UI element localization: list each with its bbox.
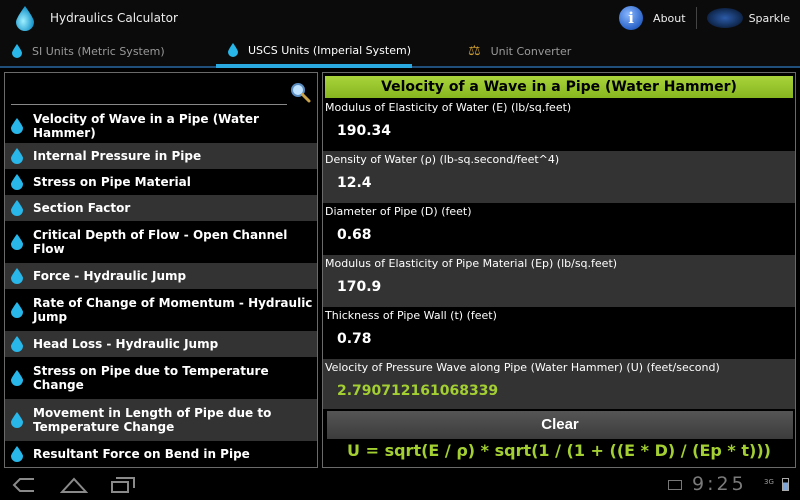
search-input[interactable] (11, 83, 287, 105)
water-drop-icon (11, 370, 23, 386)
input-row: Modulus of Elasticity of Pipe Material (… (323, 255, 795, 307)
formula: U = sqrt(E / ρ) * sqrt(1 / (1 + ((E * D)… (347, 441, 771, 460)
list-item-label: Head Loss - Hydraulic Jump (33, 337, 219, 351)
signal-indicator: 3G (764, 478, 774, 486)
tab-unit-converter[interactable]: ⚖ Unit Converter (468, 36, 668, 66)
field-input[interactable]: 190.34 (337, 123, 737, 139)
water-drop-icon (11, 200, 23, 216)
water-drop-icon (11, 446, 23, 462)
tab-bar: SI Units (Metric System) USCS Units (Imp… (0, 36, 800, 68)
tab-si-units[interactable]: SI Units (Metric System) (12, 36, 212, 66)
list-item-label: Resultant Force on Bend in Pipe (33, 447, 250, 461)
search-icon[interactable] (289, 81, 311, 103)
water-drop-icon (11, 234, 23, 250)
list-item[interactable]: Force - Hydraulic Jump (5, 263, 317, 289)
system-bar: 9:25 3G (0, 470, 800, 500)
water-drop-icon (16, 6, 34, 31)
field-label: Modulus of Elasticity of Pipe Material (… (325, 257, 618, 270)
about-button[interactable]: About (653, 12, 686, 25)
list-item-label: Stress on Pipe Material (33, 175, 191, 189)
divider (695, 7, 697, 29)
action-bar: Hydraulics Calculator i About Sparkle (0, 0, 800, 36)
input-row: Diameter of Pipe (D) (feet) 0.68 (323, 203, 795, 255)
water-drop-icon (11, 148, 23, 164)
water-drop-icon (11, 268, 23, 284)
list-item-label: Critical Depth of Flow - Open Channel Fl… (33, 228, 288, 256)
input-row: Density of Water (ρ) (lb-sq.second/feet^… (323, 151, 795, 203)
home-icon[interactable] (60, 476, 88, 494)
list-item[interactable]: Stress on Pipe due to Temperature Change (5, 357, 317, 399)
field-label: Thickness of Pipe Wall (t) (feet) (325, 309, 497, 322)
field-input[interactable]: 0.68 (337, 227, 737, 243)
field-input[interactable]: 12.4 (337, 175, 737, 191)
water-drop-icon (12, 44, 22, 58)
input-row: Modulus of Elasticity of Water (E) (lb/s… (323, 99, 795, 151)
tab-label: USCS Units (Imperial System) (248, 43, 411, 57)
list-item[interactable]: Resultant Force on Bend in Pipe (5, 441, 317, 467)
water-drop-icon (228, 43, 238, 57)
list-item[interactable]: Velocity of Wave in a Pipe (Water Hammer… (5, 109, 317, 143)
water-drop-icon (11, 118, 23, 134)
calculator-title: Velocity of a Wave in a Pipe (Water Hamm… (325, 76, 793, 98)
list-item[interactable]: Head Loss - Hydraulic Jump (5, 331, 317, 357)
info-icon[interactable]: i (619, 6, 644, 30)
field-label: Modulus of Elasticity of Water (E) (lb/s… (325, 101, 572, 114)
field-label: Density of Water (ρ) (lb-sq.second/feet^… (325, 153, 560, 166)
water-drop-icon (11, 302, 23, 318)
calculator-list: Velocity of Wave in a Pipe (Water Hammer… (5, 109, 317, 467)
result-row: Velocity of Pressure Wave along Pipe (Wa… (323, 359, 795, 409)
list-item[interactable]: Stress on Pipe Material (5, 169, 317, 195)
back-icon[interactable] (12, 476, 38, 494)
tab-label: SI Units (Metric System) (32, 44, 165, 58)
calculator-form: Velocity of a Wave in a Pipe (Water Hamm… (322, 72, 796, 468)
list-item-label: Section Factor (33, 201, 131, 215)
field-input[interactable]: 170.9 (337, 279, 737, 295)
clock: 9:25 (692, 473, 747, 495)
input-row: Thickness of Pipe Wall (t) (feet) 0.78 (323, 307, 795, 359)
water-drop-icon (11, 412, 23, 428)
list-item-label: Internal Pressure in Pipe (33, 149, 202, 163)
list-item-label: Force - Hydraulic Jump (33, 269, 187, 283)
water-drop-icon (11, 174, 23, 190)
app-title: Hydraulics Calculator (50, 11, 178, 25)
list-item-label: Velocity of Wave in a Pipe (Water Hammer… (33, 112, 259, 140)
list-item[interactable]: Movement in Length of Pipe due to Temper… (5, 399, 317, 441)
clear-button[interactable]: Clear (327, 411, 793, 439)
list-item[interactable]: Internal Pressure in Pipe (5, 143, 317, 169)
field-label: Velocity of Pressure Wave along Pipe (Wa… (325, 361, 720, 374)
sparkle-logo-icon[interactable] (706, 8, 743, 28)
calculator-list-panel: Velocity of Wave in a Pipe (Water Hammer… (4, 72, 318, 468)
tab-label: Unit Converter (490, 44, 572, 58)
scale-icon: ⚖ (468, 43, 481, 59)
result-value: 2.790712161068339 (337, 383, 499, 399)
list-item[interactable]: Critical Depth of Flow - Open Channel Fl… (5, 221, 317, 263)
list-item[interactable]: Section Factor (5, 195, 317, 221)
battery-icon (782, 478, 789, 491)
field-input[interactable]: 0.78 (337, 331, 737, 347)
field-label: Diameter of Pipe (D) (feet) (325, 205, 472, 218)
list-item-label: Rate of Change of Momentum - Hydraulic J… (33, 296, 313, 324)
recent-apps-icon[interactable] (110, 476, 136, 494)
tab-uscs-units[interactable]: USCS Units (Imperial System) (216, 36, 412, 68)
sparkle-button[interactable]: Sparkle (749, 12, 790, 25)
list-item[interactable]: Rate of Change of Momentum - Hydraulic J… (5, 289, 317, 331)
keyboard-icon (668, 480, 682, 490)
search-row (5, 73, 317, 109)
list-item-label: Movement in Length of Pipe due to Temper… (33, 406, 272, 434)
water-drop-icon (11, 336, 23, 352)
list-item-label: Stress on Pipe due to Temperature Change (33, 364, 269, 392)
